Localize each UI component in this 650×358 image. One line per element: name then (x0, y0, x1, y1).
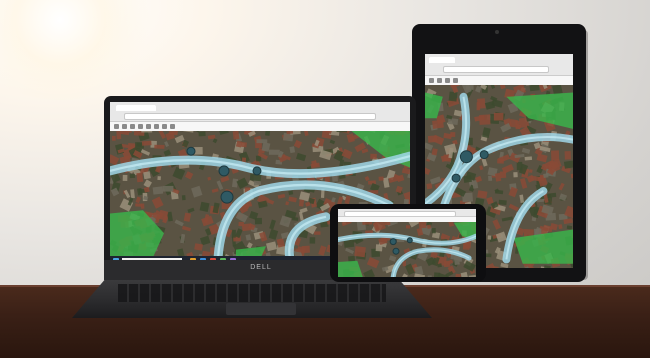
rooftop (143, 171, 151, 180)
rooftop (141, 140, 152, 146)
map-marker (406, 237, 413, 244)
rooftop (524, 156, 533, 161)
rooftop (122, 174, 128, 181)
rooftop (301, 245, 310, 254)
rooftop (563, 160, 573, 169)
map-marker (459, 150, 473, 164)
rooftop (298, 199, 305, 207)
rooftop (288, 190, 294, 196)
rooftop (405, 225, 411, 229)
laptop-brand-logo: DELL (250, 264, 272, 271)
rooftop (427, 275, 432, 277)
rooftop (455, 273, 462, 277)
phone-browser-chrome (338, 209, 476, 222)
rooftop (487, 235, 492, 240)
map-marker (389, 238, 397, 246)
rooftop (135, 203, 143, 207)
laptop-browser-chrome (110, 102, 410, 131)
rooftop (129, 173, 136, 179)
rooftop (498, 199, 507, 206)
map-toolbar (338, 216, 476, 222)
map-tool-icon[interactable] (138, 124, 143, 129)
rooftop (162, 185, 174, 192)
phone-device (330, 204, 486, 282)
map-tool-icon[interactable] (162, 124, 167, 129)
map-zoom-icon[interactable] (429, 78, 434, 83)
photo-scene: DELL (0, 0, 650, 358)
rooftop (232, 130, 240, 140)
browser-tab[interactable] (116, 105, 156, 111)
light-flare (0, 0, 160, 100)
rooftop (354, 246, 366, 258)
rooftop (513, 172, 518, 178)
map-marker (479, 150, 489, 160)
rooftop (499, 171, 507, 179)
rooftop (564, 151, 571, 160)
map-tool-icon[interactable] (154, 124, 159, 129)
rooftop (231, 229, 236, 238)
rooftop (112, 135, 116, 141)
rooftop (443, 260, 451, 268)
browser-tab[interactable] (429, 57, 455, 63)
rooftop (450, 132, 456, 137)
rooftop (493, 112, 504, 121)
address-bar[interactable] (443, 66, 549, 73)
rooftop (198, 131, 206, 137)
map-tool-icon[interactable] (453, 78, 458, 83)
rooftop (488, 175, 493, 181)
rooftop (551, 150, 560, 161)
map-tool-icon[interactable] (122, 124, 127, 129)
map-marker (186, 146, 196, 156)
rooftop (314, 231, 321, 235)
rooftop (447, 117, 459, 126)
rooftop (291, 217, 299, 221)
map-marker (451, 173, 461, 183)
map-marker (392, 247, 400, 255)
map-marker (218, 165, 230, 177)
rooftop (309, 237, 316, 244)
map-tool-icon[interactable] (445, 78, 450, 83)
rooftop (157, 176, 161, 181)
laptop-trackpad (226, 303, 296, 315)
map-tool-icon[interactable] (130, 124, 135, 129)
rooftop (154, 144, 165, 149)
rooftop (433, 272, 441, 277)
rooftop (152, 186, 164, 195)
rooftop (181, 195, 186, 201)
address-bar[interactable] (124, 113, 376, 120)
rooftop (448, 91, 458, 102)
tablet-browser-chrome (425, 54, 573, 85)
map-toolbar (425, 75, 573, 85)
rooftop (375, 244, 383, 252)
rooftop (547, 192, 557, 198)
rooftop (370, 153, 377, 160)
rooftop (476, 102, 481, 111)
map-zoom-icon[interactable] (114, 124, 119, 129)
rooftop (268, 149, 280, 155)
map-toolbar (110, 121, 410, 131)
map-marker (220, 190, 234, 204)
rooftop (426, 224, 432, 229)
rooftop (437, 263, 442, 268)
rooftop (426, 183, 433, 190)
map-marker (252, 166, 262, 176)
laptop-keyboard (118, 284, 386, 302)
rooftop (566, 225, 573, 230)
rooftop (238, 221, 244, 227)
map-tool-icon[interactable] (146, 124, 151, 129)
map-tool-icon[interactable] (170, 124, 175, 129)
tablet-camera (495, 30, 499, 34)
rooftop (136, 172, 144, 183)
rooftop (116, 130, 122, 140)
rooftop (256, 139, 268, 144)
rooftop (427, 135, 438, 143)
rooftop (528, 169, 533, 173)
rooftop (378, 176, 384, 181)
rooftop (194, 243, 203, 251)
rooftop (431, 228, 436, 234)
map-tool-icon[interactable] (437, 78, 442, 83)
phone-screen (338, 209, 476, 277)
